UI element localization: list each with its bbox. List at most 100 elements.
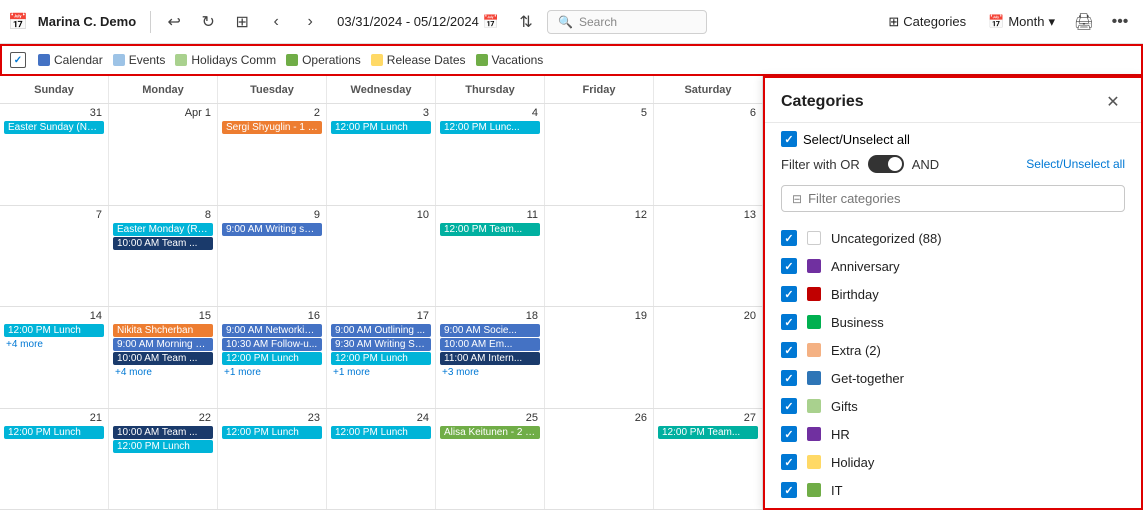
category-item[interactable]: Gifts — [765, 392, 1141, 420]
event-bar[interactable]: 10:30 AM Follow-u... — [222, 338, 322, 351]
category-item[interactable]: HR — [765, 420, 1141, 448]
filter-item[interactable]: Operations — [286, 53, 361, 67]
event-bar[interactable]: 12:00 PM Lunch — [331, 426, 431, 439]
sort-btn[interactable]: ⇅ — [511, 7, 541, 37]
week-row: 1412:00 PM Lunch+4 more15Nikita Shcherba… — [0, 307, 763, 409]
category-item[interactable]: Get-together — [765, 364, 1141, 392]
panel-header: Categories ✕ — [765, 78, 1141, 123]
event-bar[interactable]: 9:00 AM Morning R... — [113, 338, 213, 351]
event-bar[interactable]: 12:00 PM Lunch — [4, 426, 104, 439]
event-bar[interactable]: 12:00 PM Team... — [658, 426, 758, 439]
event-bar[interactable]: 12:00 PM Lunch — [222, 352, 322, 365]
filter-item[interactable]: Events — [113, 53, 166, 67]
day-number: 20 — [658, 309, 758, 323]
calendar-view-btn[interactable]: ⊞ — [227, 7, 257, 37]
event-bar[interactable]: Easter Monday (Regional Holiday) — [113, 223, 213, 236]
day-number: 3 — [331, 106, 431, 120]
category-check[interactable] — [781, 370, 797, 386]
day-cell: 412:00 PM Lunc... — [436, 104, 545, 205]
category-item[interactable]: Birthday — [765, 280, 1141, 308]
category-item[interactable]: Holiday — [765, 448, 1141, 476]
event-bar[interactable]: 12:00 PM Lunch — [113, 440, 213, 453]
event-bar[interactable]: 9:00 AM Writing se... — [222, 223, 322, 236]
category-label: Get-together — [831, 371, 904, 386]
filter-item[interactable]: Vacations — [476, 53, 544, 67]
category-check[interactable] — [781, 342, 797, 358]
category-check[interactable] — [781, 454, 797, 470]
category-check[interactable] — [781, 286, 797, 302]
category-check[interactable] — [781, 426, 797, 442]
category-item[interactable]: Uncategorized (88) — [765, 224, 1141, 252]
month-button[interactable]: 📅 Month ▾ — [980, 10, 1063, 34]
filter-color-dot — [175, 54, 187, 66]
event-bar[interactable]: 12:00 PM Lunch — [331, 352, 431, 365]
category-color — [807, 315, 821, 329]
filter-or-row: Filter with OR AND Select/Unselect all — [781, 155, 1125, 173]
category-item[interactable]: Anniversary — [765, 252, 1141, 280]
day-header: Friday — [545, 76, 654, 103]
more-link[interactable]: +4 more — [113, 366, 213, 379]
event-bar[interactable]: Nikita Shcherban — [113, 324, 213, 337]
day-cell: 2412:00 PM Lunch — [327, 409, 436, 510]
day-number: 14 — [4, 309, 104, 323]
prev-btn[interactable]: ‹ — [261, 7, 291, 37]
categories-button[interactable]: ⊞ Categories — [880, 10, 974, 34]
filter-categories-input[interactable] — [808, 191, 1114, 206]
refresh-btn[interactable]: ↻ — [193, 7, 223, 37]
filter-input-box: ⊟ — [781, 185, 1125, 212]
category-item[interactable]: Extra (2) — [765, 336, 1141, 364]
search-box[interactable]: 🔍 Search — [547, 10, 707, 34]
or-and-toggle[interactable] — [868, 155, 904, 173]
event-bar[interactable]: 12:00 PM Lunc... — [440, 121, 540, 134]
event-bar[interactable]: 10:00 AM Team ... — [113, 352, 213, 365]
filter-item[interactable]: Release Dates — [371, 53, 466, 67]
select-all-check[interactable] — [781, 131, 797, 147]
day-number: 9 — [222, 208, 322, 222]
more-btn[interactable]: ••• — [1105, 7, 1135, 37]
event-bar[interactable]: 10:00 AM Team ... — [113, 426, 213, 439]
print-btn[interactable]: 🖨 — [1069, 7, 1099, 37]
category-color — [807, 287, 821, 301]
day-cell: 26 — [545, 409, 654, 510]
more-link[interactable]: +1 more — [331, 366, 431, 379]
category-item[interactable]: Business — [765, 308, 1141, 336]
undo-btn[interactable]: ↩ — [159, 7, 189, 37]
event-bar[interactable]: Alisa Keitunen - 2 day(s) off — [440, 426, 540, 439]
event-bar[interactable]: 10:00 AM Em... — [440, 338, 540, 351]
event-bar[interactable]: 10:00 AM Team ... — [113, 237, 213, 250]
filter-icon: ⊟ — [792, 192, 802, 206]
category-check[interactable] — [781, 398, 797, 414]
filter-color-dot — [476, 54, 488, 66]
category-check[interactable] — [781, 258, 797, 274]
category-check[interactable] — [781, 482, 797, 498]
filter-bar: ✓ Calendar Events Holidays Comm Operatio… — [0, 44, 1143, 76]
more-link[interactable]: +1 more — [222, 366, 322, 379]
category-item[interactable]: IT — [765, 476, 1141, 504]
event-bar[interactable]: 9:00 AM Socie... — [440, 324, 540, 337]
event-bar[interactable]: Sergi Shyuglin - 1 d... — [222, 121, 322, 134]
event-bar[interactable]: 11:00 AM Intern... — [440, 352, 540, 365]
event-bar[interactable]: 12:00 PM Lunch — [4, 324, 104, 337]
event-bar[interactable]: 9:00 AM Outlining ... — [331, 324, 431, 337]
day-cell: 1412:00 PM Lunch+4 more — [0, 307, 109, 408]
more-link[interactable]: +3 more — [440, 366, 540, 379]
event-bar[interactable]: Easter Sunday (Not a Public Holiday) — [4, 121, 104, 134]
day-headers: SundayMondayTuesdayWednesdayThursdayFrid… — [0, 76, 763, 104]
category-item[interactable]: Meeting (11) — [765, 504, 1141, 508]
close-button[interactable]: ✕ — [1101, 90, 1125, 114]
next-btn[interactable]: › — [295, 7, 325, 37]
day-cell: 2312:00 PM Lunch — [218, 409, 327, 510]
category-check[interactable] — [781, 314, 797, 330]
all-check[interactable]: ✓ — [10, 52, 26, 68]
event-bar[interactable]: 12:00 PM Lunch — [222, 426, 322, 439]
date-range[interactable]: 03/31/2024 - 05/12/2024 📅 — [329, 10, 507, 34]
filter-item[interactable]: Calendar — [38, 53, 103, 67]
event-bar[interactable]: 9:30 AM Writing Se... — [331, 338, 431, 351]
more-link[interactable]: +4 more — [4, 338, 104, 351]
filter-item[interactable]: Holidays Comm — [175, 53, 276, 67]
event-bar[interactable]: 12:00 PM Team... — [440, 223, 540, 236]
event-bar[interactable]: 9:00 AM Networkin... — [222, 324, 322, 337]
event-bar[interactable]: 12:00 PM Lunch — [331, 121, 431, 134]
category-check[interactable] — [781, 230, 797, 246]
select-unselect-all-button[interactable]: Select/Unselect all — [1026, 157, 1125, 171]
